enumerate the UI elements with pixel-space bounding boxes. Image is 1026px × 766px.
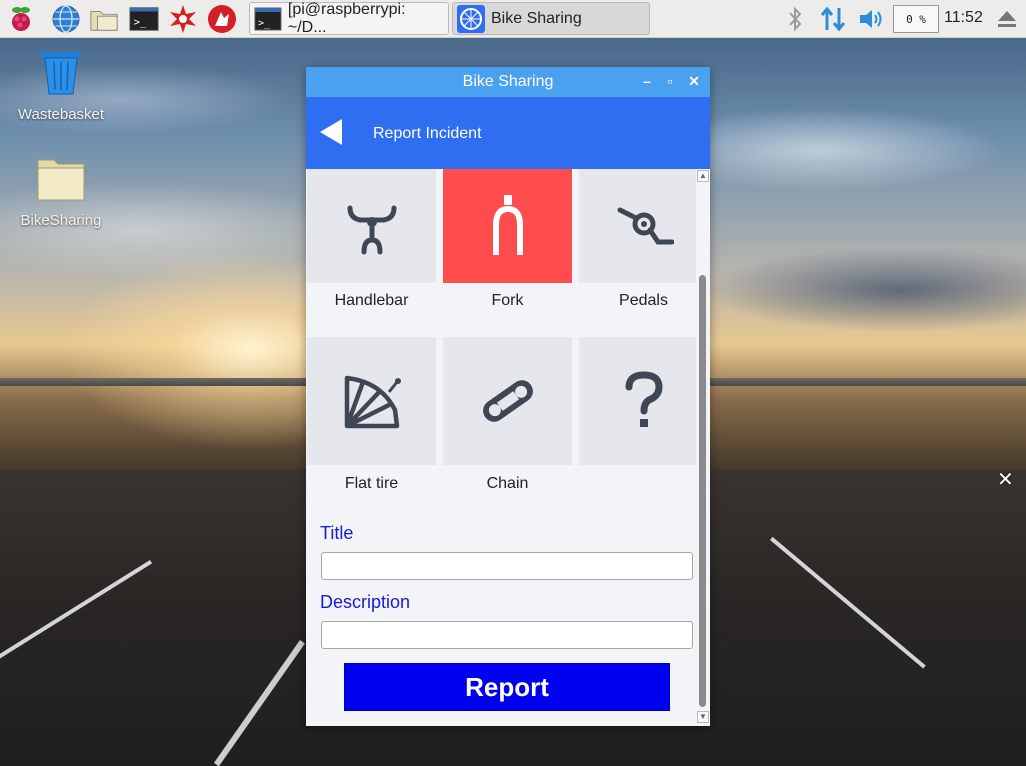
part-tile-chain[interactable] (443, 337, 572, 465)
taskbar: >_ >_ [pi@raspberrypi: ~/D... Bike Shari… (0, 0, 1026, 38)
part-tile-pedals[interactable] (579, 169, 696, 283)
report-button[interactable]: Report (344, 663, 670, 711)
description-input[interactable] (321, 621, 693, 649)
back-arrow-icon[interactable] (320, 119, 342, 145)
part-label: Fork (491, 292, 524, 309)
title-label: Title (320, 523, 354, 543)
app-bar: Report Incident (306, 97, 710, 169)
minimize-icon[interactable]: – (637, 71, 657, 91)
description-label: Description (320, 592, 411, 612)
handlebar-icon (347, 205, 396, 255)
taskbar-item-label: [pi@raspberrypi: ~/D... (287, 0, 406, 36)
folder-icon[interactable] (89, 4, 119, 34)
part-tile-flat-tire[interactable] (307, 337, 436, 465)
bluetooth-icon[interactable] (780, 4, 810, 34)
desktop-icon-bikesharing[interactable]: BikeSharing (11, 156, 111, 229)
scroll-up-icon[interactable]: ▲ (697, 170, 709, 182)
pedals-icon (617, 207, 674, 245)
taskbar-item-label: Bike Sharing (491, 9, 582, 27)
close-icon[interactable]: ✕ (684, 71, 704, 91)
scrollbar-thumb[interactable] (699, 275, 706, 707)
desktop-icon-label: BikeSharing (20, 212, 102, 229)
terminal-icon: >_ (254, 7, 282, 30)
folder-icon (37, 159, 85, 201)
part-label: Pedals (619, 292, 668, 309)
part-tile-other[interactable] (579, 337, 696, 465)
volume-icon[interactable] (856, 4, 886, 34)
scroll-down-icon[interactable]: ▼ (697, 711, 709, 723)
maximize-icon[interactable]: ▫ (660, 71, 680, 91)
bike-wheel-icon (457, 4, 485, 33)
taskbar-item-terminal[interactable]: >_ [pi@raspberrypi: ~/D... (249, 0, 449, 36)
part-label: Flat tire (344, 475, 399, 492)
globe-icon[interactable] (51, 4, 81, 34)
desktop-icon-wastebasket[interactable]: Wastebasket (11, 50, 111, 123)
raspberry-icon[interactable] (6, 4, 36, 34)
terminal-icon[interactable]: >_ (129, 4, 159, 34)
clock[interactable]: 11:52 (944, 9, 983, 27)
cpu-value: 0 % (906, 12, 926, 26)
title-input[interactable] (321, 552, 693, 580)
network-icon[interactable] (818, 4, 848, 34)
wastebasket-icon (41, 52, 81, 95)
question-icon (625, 371, 663, 427)
part-tile-fork[interactable] (443, 169, 572, 283)
part-label: Handlebar (334, 292, 409, 309)
fork-icon (492, 195, 523, 255)
part-label: Chain (486, 475, 529, 492)
eject-icon[interactable] (992, 4, 1022, 34)
desktop-icon-label: Wastebasket (17, 106, 105, 123)
close-cursor-icon: ✕ (997, 469, 1014, 491)
mathematica-icon[interactable] (207, 4, 237, 34)
part-tile-handlebar[interactable] (307, 169, 436, 283)
wolfram-icon[interactable] (168, 4, 198, 34)
chain-icon (482, 380, 533, 422)
page-title: Report Incident (373, 125, 482, 142)
window-titlebar[interactable]: Bike Sharing – ▫ ✕ (306, 67, 710, 97)
svg-text:>_: >_ (258, 17, 270, 28)
cpu-monitor[interactable]: 0 % (893, 5, 939, 33)
svg-text:>_: >_ (134, 17, 147, 29)
taskbar-item-bike-sharing[interactable]: Bike Sharing (452, 2, 650, 35)
report-content: Handlebar Fork Pedals Flat tire Chain Ti… (306, 169, 696, 726)
flat-tire-icon (344, 375, 401, 429)
bike-sharing-window: Bike Sharing – ▫ ✕ Report Incident Handl… (306, 67, 710, 726)
scrollbar[interactable]: ▲ ▼ (696, 169, 710, 726)
